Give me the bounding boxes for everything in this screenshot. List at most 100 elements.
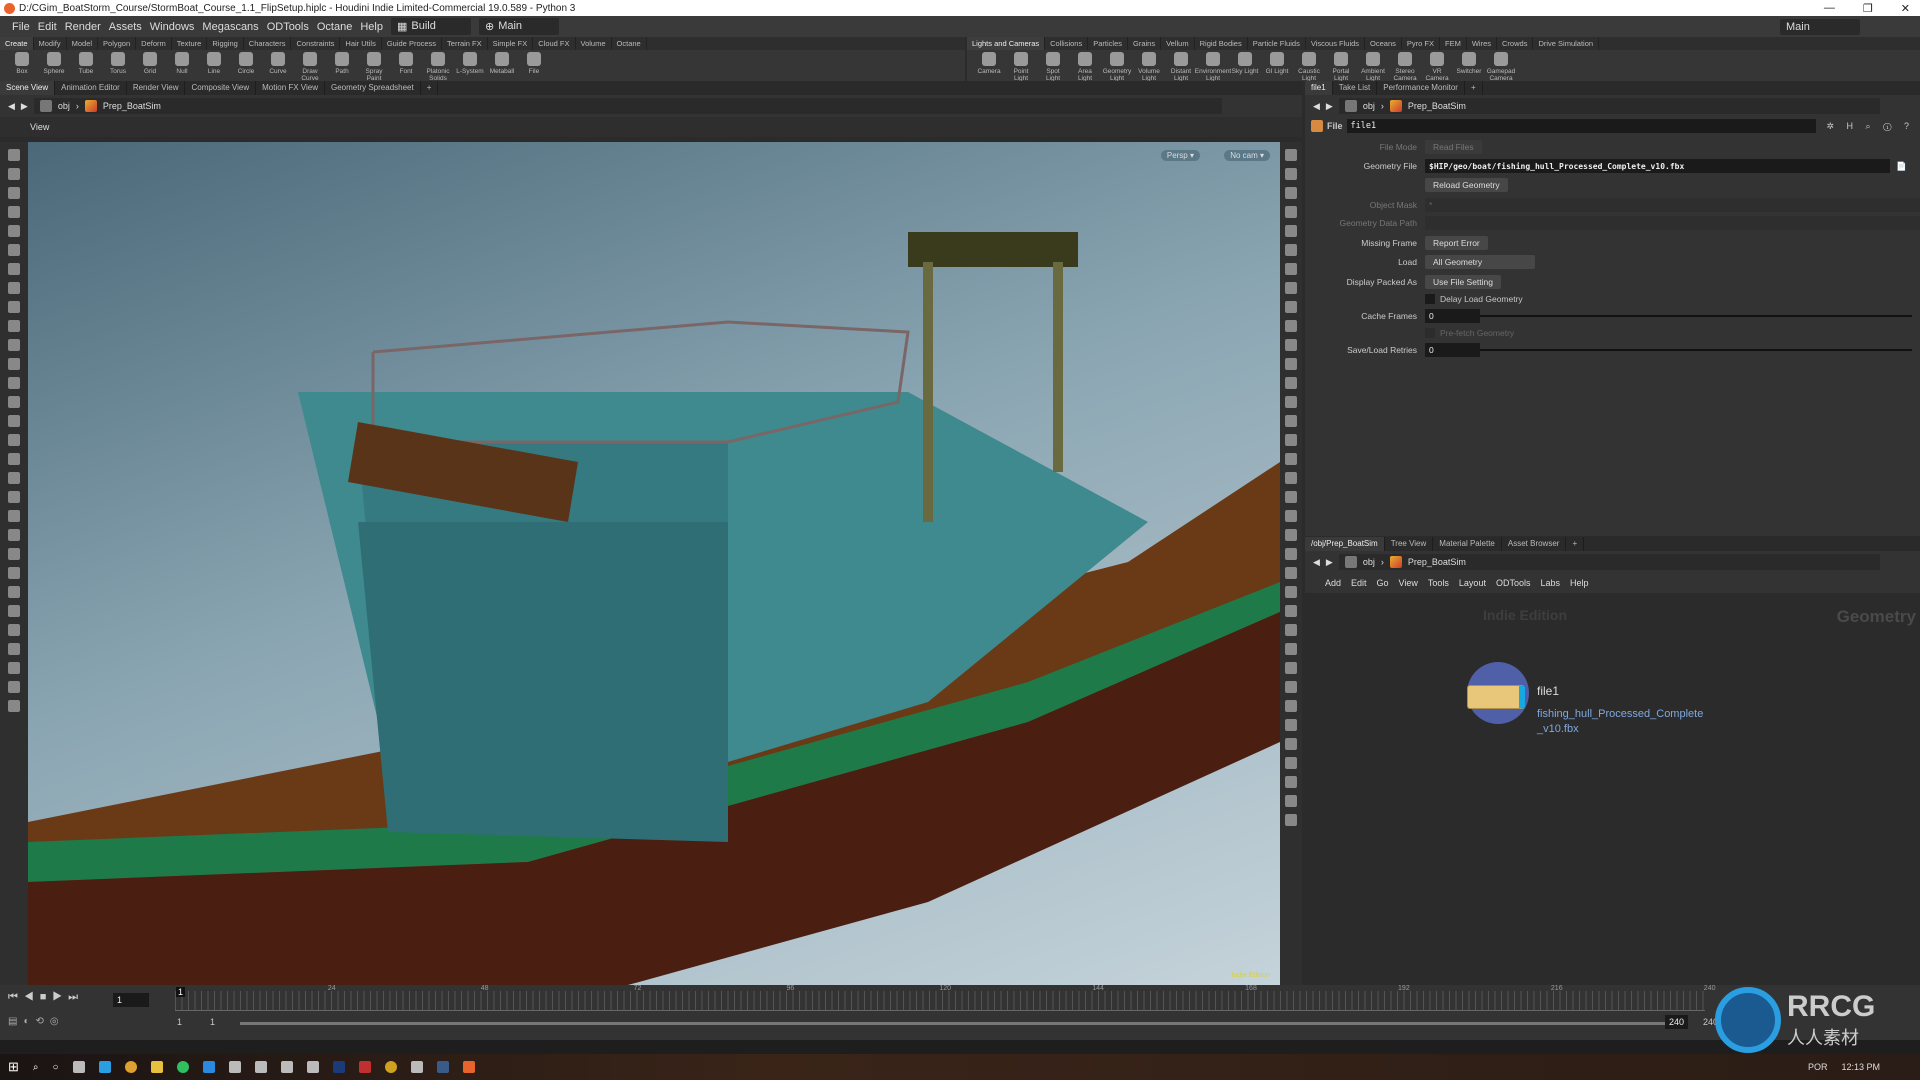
menu-render[interactable]: Render — [65, 21, 101, 33]
shelf-tool-camera[interactable]: Camera — [975, 52, 1003, 82]
menu-windows[interactable]: Windows — [150, 21, 195, 33]
shelf-tab-fem[interactable]: FEM — [1440, 37, 1467, 50]
shelf-tool-draw-curve[interactable]: Draw Curve — [296, 52, 324, 82]
shelf-tool-grid[interactable]: Grid — [136, 52, 164, 82]
shelf-tool-tube[interactable]: Tube — [72, 52, 100, 82]
shelf-tool-stereo-camera[interactable]: Stereo Camera — [1391, 52, 1419, 82]
pane-tab-tree-view[interactable]: Tree View — [1385, 537, 1434, 551]
viewport-tool-icon[interactable] — [8, 225, 20, 237]
viewport-tool-icon[interactable] — [8, 586, 20, 598]
path-prep-boatsim[interactable]: Prep_BoatSim — [1408, 557, 1466, 567]
viewport-tool-icon[interactable] — [8, 681, 20, 693]
forward-icon[interactable]: ▶ — [1326, 557, 1333, 568]
shelf-tab-octane[interactable]: Octane — [612, 37, 647, 50]
display-option-icon[interactable] — [1285, 738, 1297, 750]
shelf-tab-crowds[interactable]: Crowds — [1497, 37, 1534, 50]
back-icon[interactable]: ◀ — [1313, 101, 1320, 112]
network-menu-go[interactable]: Go — [1377, 578, 1389, 588]
param-path[interactable]: obj › Prep_BoatSim — [1338, 98, 1880, 114]
display-option-icon[interactable] — [1285, 396, 1297, 408]
shelf-tool-spray-paint[interactable]: Spray Paint — [360, 52, 388, 82]
back-icon[interactable]: ◀ — [8, 101, 15, 112]
display-option-icon[interactable] — [1285, 624, 1297, 636]
shelf-tool-curve[interactable]: Curve — [264, 52, 292, 82]
node-name-field[interactable]: file1 — [1346, 119, 1817, 133]
display-option-icon[interactable] — [1285, 225, 1297, 237]
shelf-tool-file[interactable]: File — [520, 52, 548, 82]
display-option-icon[interactable] — [1285, 301, 1297, 313]
playback-end-input[interactable]: 240 — [1665, 1015, 1689, 1029]
shelf-tab-lights-and-cameras[interactable]: Lights and Cameras — [967, 37, 1046, 50]
current-frame-input[interactable]: 1 — [113, 993, 149, 1007]
shelf-tool-environment-light[interactable]: Environment Light — [1195, 52, 1231, 82]
shelf-tool-path[interactable]: Path — [328, 52, 356, 82]
file-chooser-icon[interactable]: 📄 — [1896, 161, 1907, 172]
reload-geometry-button[interactable]: Reload Geometry — [1425, 178, 1508, 192]
viewport-tool-icon[interactable] — [8, 491, 20, 503]
viewport-tool-icon[interactable] — [8, 263, 20, 275]
shelf-tab-collisions[interactable]: Collisions — [1045, 37, 1089, 50]
network-menu-help[interactable]: Help — [1570, 578, 1589, 588]
shelf-tool-portal-light[interactable]: Portal Light — [1327, 52, 1355, 82]
display-option-icon[interactable] — [1285, 244, 1297, 256]
shelf-tab-terrain-fx[interactable]: Terrain FX — [442, 37, 488, 50]
viewport-tool-icon[interactable] — [8, 168, 20, 180]
path-prep-boatsim[interactable]: Prep_BoatSim — [103, 101, 161, 111]
display-option-icon[interactable] — [1285, 776, 1297, 788]
display-option-icon[interactable] — [1285, 757, 1297, 769]
playback-start-input[interactable]: 1 — [210, 1017, 215, 1027]
display-option-icon[interactable] — [1285, 320, 1297, 332]
app-icon[interactable] — [254, 1061, 267, 1073]
retries-input[interactable]: 0 — [1425, 343, 1480, 357]
viewport-tool-icon[interactable] — [8, 187, 20, 199]
shelf-tool-spot-light[interactable]: Spot Light — [1039, 52, 1067, 82]
pane-tab-file1[interactable]: file1 — [1305, 81, 1333, 95]
start-icon[interactable]: ⊞ — [8, 1059, 19, 1075]
viewport-tool-icon[interactable] — [8, 149, 20, 161]
display-option-icon[interactable] — [1285, 491, 1297, 503]
chrome-icon[interactable] — [124, 1061, 137, 1073]
shelf-tab-constraints[interactable]: Constraints — [291, 37, 341, 50]
viewport-tool-icon[interactable] — [8, 206, 20, 218]
missing-frame-select[interactable]: Report Error — [1425, 236, 1488, 250]
shelf-tab-viscous-fluids[interactable]: Viscous Fluids — [1306, 37, 1366, 50]
shelf-tool-platonic-solids[interactable]: Platonic Solids — [424, 52, 452, 82]
viewport-tool-icon[interactable] — [8, 358, 20, 370]
shelf-tab-rigging[interactable]: Rigging — [207, 37, 244, 50]
shelf-tool-volume-light[interactable]: Volume Light — [1135, 52, 1163, 82]
context-dropdown[interactable]: ⊕ Main — [478, 18, 559, 35]
display-option-icon[interactable] — [1285, 415, 1297, 427]
shelf-tool-font[interactable]: Font — [392, 52, 420, 82]
maximize-button[interactable]: ❐ — [1863, 2, 1873, 15]
back-icon[interactable]: ◀ — [1313, 557, 1320, 568]
viewport-tool-icon[interactable] — [8, 510, 20, 522]
shelf-tab-polygon[interactable]: Polygon — [98, 37, 137, 50]
display-option-icon[interactable] — [1285, 662, 1297, 674]
menu-odtools[interactable]: ODTools — [267, 21, 309, 33]
display-option-icon[interactable] — [1285, 358, 1297, 370]
node-name[interactable]: file1 — [1537, 684, 1559, 698]
pane-tab-scene-view[interactable]: Scene View — [0, 81, 56, 95]
frame-marker[interactable]: 1 — [176, 987, 186, 997]
network-menu-tools[interactable]: Tools — [1428, 578, 1449, 588]
forward-icon[interactable]: ▶ — [21, 101, 28, 112]
houdini-taskbar-icon[interactable] — [462, 1061, 475, 1073]
display-option-icon[interactable] — [1285, 605, 1297, 617]
display-option-icon[interactable] — [1285, 548, 1297, 560]
pane-tab-performance-monitor[interactable]: Performance Monitor — [1377, 81, 1465, 95]
viewport-tool-icon[interactable] — [8, 472, 20, 484]
display-option-icon[interactable] — [1285, 339, 1297, 351]
display-option-icon[interactable] — [1285, 510, 1297, 522]
pane-tab-animation-editor[interactable]: Animation Editor — [55, 81, 127, 95]
shelf-tool-box[interactable]: Box — [8, 52, 36, 82]
network-menu-edit[interactable]: Edit — [1351, 578, 1367, 588]
network-menu-add[interactable]: Add — [1325, 578, 1341, 588]
add-tab-icon[interactable]: + — [421, 81, 439, 95]
file1-node[interactable] — [1467, 685, 1525, 709]
close-button[interactable]: ✕ — [1901, 2, 1910, 15]
network-path[interactable]: obj › Prep_BoatSim — [1338, 554, 1880, 570]
shelf-tab-vellum[interactable]: Vellum — [1161, 37, 1195, 50]
search-icon[interactable]: ⌕ — [33, 1062, 39, 1073]
shelf-tool-point-light[interactable]: Point Light — [1007, 52, 1035, 82]
pane-tab-take-list[interactable]: Take List — [1333, 81, 1378, 95]
